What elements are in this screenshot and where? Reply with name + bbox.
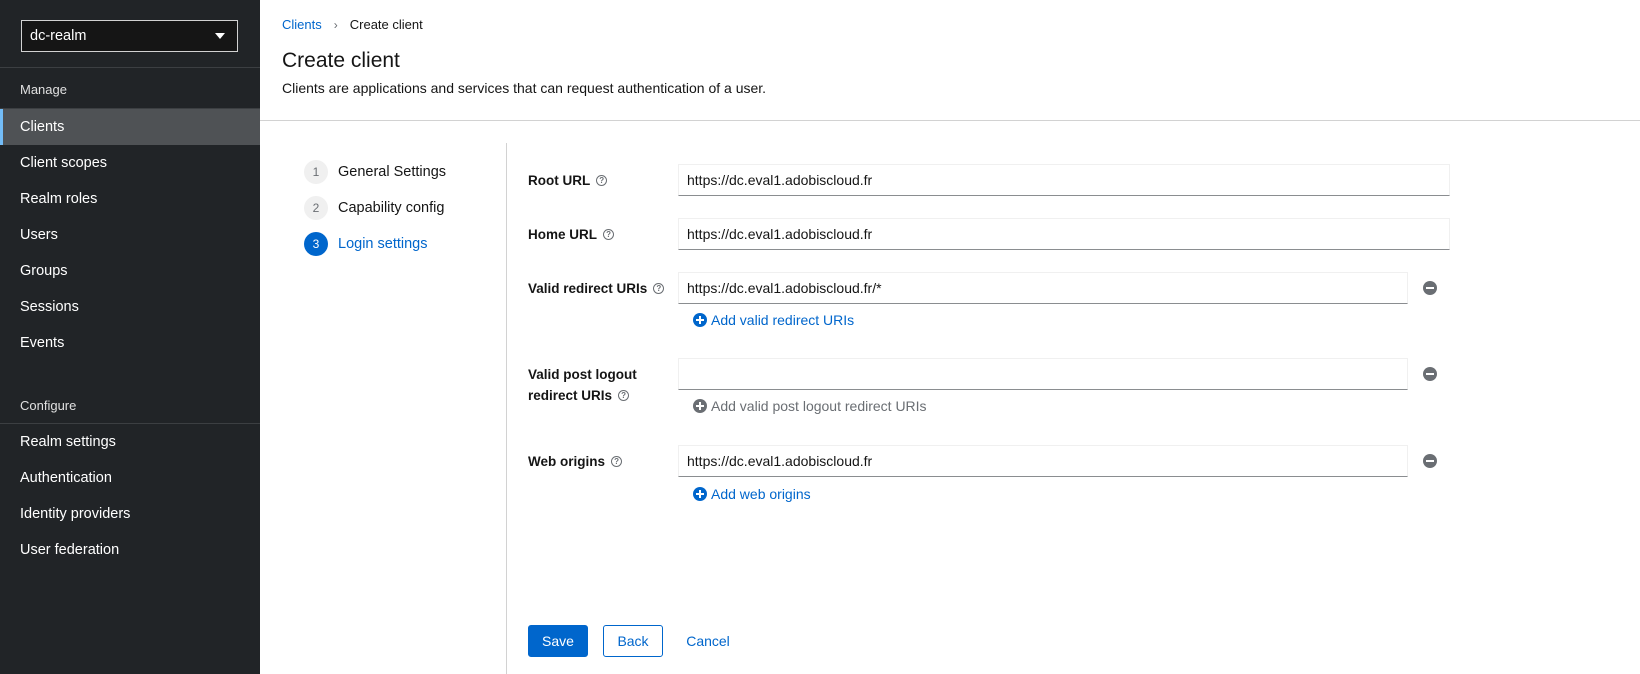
sidebar-item-realm-settings[interactable]: Realm settings [0, 424, 260, 460]
header-divider [260, 120, 1640, 121]
sidebar-item-client-scopes[interactable]: Client scopes [0, 145, 260, 181]
sidebar-item-user-federation[interactable]: User federation [0, 532, 260, 568]
minus-circle-icon [1423, 281, 1437, 295]
sidebar-item-users[interactable]: Users [0, 217, 260, 253]
breadcrumb-current: Create client [349, 17, 423, 32]
valid-redirect-label-text: Valid redirect URIs [528, 281, 648, 296]
chevron-right-icon: › [333, 17, 338, 32]
web-origins-label: Web origins? [528, 451, 623, 472]
plus-circle-icon [693, 487, 707, 501]
plus-circle-icon [693, 399, 707, 413]
add-web-origin-button[interactable]: Add web origins [693, 486, 811, 502]
help-icon[interactable]: ? [611, 455, 623, 467]
home-url-label: Home URL? [528, 224, 615, 245]
add-redirect-label: Add valid redirect URIs [711, 312, 855, 328]
help-icon[interactable]: ? [596, 174, 608, 186]
realm-selector[interactable]: dc-realm [21, 20, 238, 52]
add-valid-redirect-uri-button[interactable]: Add valid redirect URIs [693, 312, 854, 328]
home-url-input[interactable] [678, 218, 1450, 250]
root-url-input[interactable] [678, 164, 1450, 196]
home-url-label-text: Home URL [528, 227, 598, 242]
realm-name: dc-realm [30, 28, 87, 44]
step-label: Capability config [338, 200, 445, 216]
breadcrumb-clients-link[interactable]: Clients [282, 17, 322, 32]
root-url-label: Root URL? [528, 170, 608, 191]
sidebar-item-realm-roles[interactable]: Realm roles [0, 181, 260, 217]
post-logout-redirect-uri-input[interactable] [678, 358, 1408, 390]
wizard-step-general-settings[interactable]: 1 General Settings [304, 160, 446, 184]
sidebar-item-events[interactable]: Events [0, 325, 260, 361]
breadcrumb: Clients › Create client [282, 17, 423, 32]
plus-circle-icon [693, 313, 707, 327]
nav-divider [0, 67, 260, 68]
remove-redirect-uri-button[interactable] [1422, 280, 1438, 296]
remove-web-origin-button[interactable] [1422, 453, 1438, 469]
caret-down-icon [215, 33, 225, 39]
step-number: 2 [304, 196, 328, 220]
root-url-label-text: Root URL [528, 173, 591, 188]
add-post-logout-label: Add valid post logout redirect URIs [711, 398, 927, 414]
help-icon[interactable]: ? [603, 228, 615, 240]
page-description: Clients are applications and services th… [282, 80, 767, 96]
help-icon[interactable]: ? [618, 389, 630, 401]
sidebar-item-authentication[interactable]: Authentication [0, 460, 260, 496]
cancel-button[interactable]: Cancel [678, 625, 738, 657]
step-number: 3 [304, 232, 328, 256]
minus-circle-icon [1423, 454, 1437, 468]
back-button[interactable]: Back [603, 625, 663, 657]
add-post-logout-redirect-uri-button[interactable]: Add valid post logout redirect URIs [693, 398, 927, 414]
save-button[interactable]: Save [528, 625, 588, 657]
sidebar: dc-realm Manage Clients Client scopes Re… [0, 0, 260, 674]
remove-post-logout-uri-button[interactable] [1422, 366, 1438, 382]
minus-circle-icon [1423, 367, 1437, 381]
wizard-step-login-settings[interactable]: 3 Login settings [304, 232, 427, 256]
web-origins-label-text: Web origins [528, 454, 606, 469]
nav-section-configure: Configure [20, 398, 77, 413]
step-label: General Settings [338, 164, 447, 180]
valid-redirect-uri-input[interactable] [678, 272, 1408, 304]
app: dc-realm Manage Clients Client scopes Re… [0, 0, 1640, 674]
wizard-step-capability-config[interactable]: 2 Capability config [304, 196, 444, 220]
sidebar-item-clients[interactable]: Clients [0, 109, 260, 145]
page-title: Create client [282, 49, 400, 72]
sidebar-item-sessions[interactable]: Sessions [0, 289, 260, 325]
wizard-divider [506, 143, 507, 674]
step-number: 1 [304, 160, 328, 184]
valid-redirect-uris-label: Valid redirect URIs? [528, 278, 665, 299]
add-web-origins-label: Add web origins [711, 486, 811, 502]
sidebar-item-identity-providers[interactable]: Identity providers [0, 496, 260, 532]
help-icon[interactable]: ? [653, 282, 665, 294]
web-origins-input[interactable] [678, 445, 1408, 477]
post-logout-label-line1: Valid post logout [528, 367, 637, 382]
post-logout-redirect-uris-label: Valid post logout redirect URIs? [528, 364, 637, 406]
nav-section-manage: Manage [20, 82, 67, 97]
main-content: Clients › Create client Create client Cl… [260, 0, 1640, 674]
sidebar-item-groups[interactable]: Groups [0, 253, 260, 289]
post-logout-label-line2: redirect URIs [528, 388, 613, 403]
step-label: Login settings [338, 236, 428, 252]
